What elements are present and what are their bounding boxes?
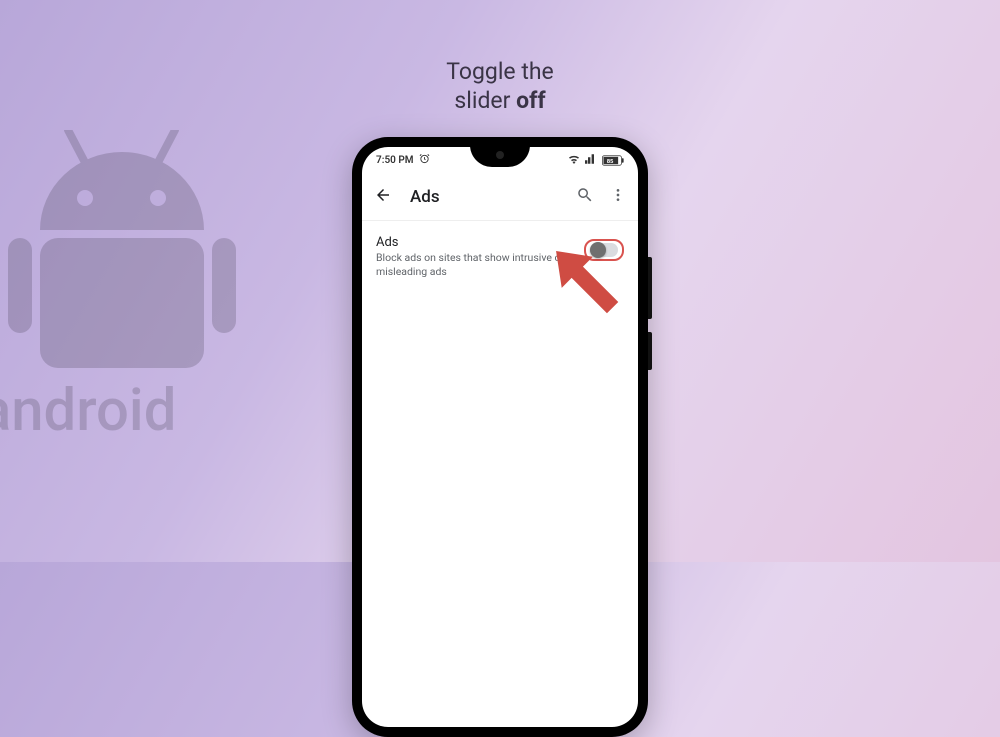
more-icon[interactable] bbox=[610, 187, 626, 207]
signal-icon bbox=[585, 154, 597, 167]
android-watermark: android bbox=[0, 130, 260, 464]
instruction-line2-plain: slider bbox=[454, 87, 516, 114]
instruction-line1: Toggle the bbox=[446, 58, 553, 85]
phone-screen: 7:50 PM 85 Ads bbox=[362, 147, 638, 727]
search-icon[interactable] bbox=[576, 186, 594, 208]
wifi-icon bbox=[568, 154, 580, 167]
battery-icon: 85 bbox=[602, 155, 624, 166]
instruction-text: Toggle the slider off bbox=[0, 58, 1000, 116]
setting-title: Ads bbox=[376, 235, 574, 250]
phone-power-button bbox=[648, 332, 652, 370]
phone-mockup: 7:50 PM 85 Ads bbox=[352, 137, 648, 737]
watermark-text: android bbox=[0, 377, 176, 445]
toggle-knob bbox=[590, 242, 606, 258]
ads-setting-row[interactable]: Ads Block ads on sites that show intrusi… bbox=[362, 221, 638, 278]
setting-description: Block ads on sites that show intrusive o… bbox=[376, 251, 574, 278]
status-time: 7:50 PM bbox=[376, 155, 414, 166]
back-arrow-icon[interactable] bbox=[374, 185, 392, 209]
alarm-icon bbox=[419, 153, 430, 167]
app-header: Ads bbox=[362, 173, 638, 221]
phone-volume-button bbox=[648, 257, 652, 319]
toggle-highlight bbox=[584, 239, 624, 261]
page-title: Ads bbox=[410, 187, 560, 207]
ads-toggle[interactable] bbox=[590, 243, 618, 257]
instruction-line2-bold: off bbox=[516, 87, 545, 114]
svg-text:85: 85 bbox=[607, 158, 614, 164]
